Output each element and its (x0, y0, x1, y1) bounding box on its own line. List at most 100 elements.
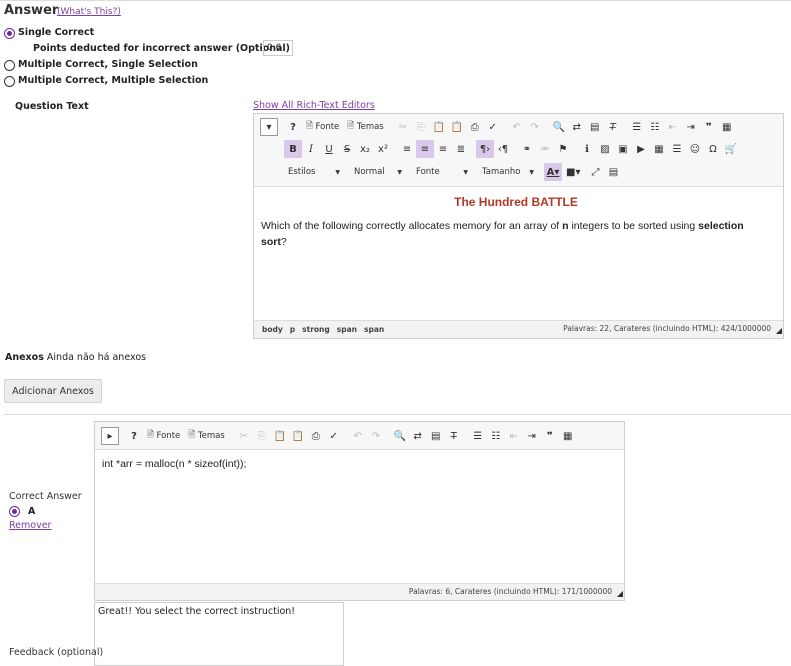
replace-icon[interactable]: ⇄ (568, 118, 586, 136)
replace-icon[interactable]: ⇄ (409, 427, 427, 445)
paste-text-icon[interactable]: 📋 (448, 118, 466, 136)
source-button[interactable]: 🗎 Fonte (143, 427, 184, 445)
bulleted-list-icon[interactable]: ☷ (487, 427, 505, 445)
toolbar-toggle-icon[interactable]: ▸ (101, 427, 119, 445)
paste-icon[interactable]: 📋 (271, 427, 289, 445)
templates-button[interactable]: 🗎 Temas (184, 427, 228, 445)
redo-icon[interactable]: ↷ (526, 118, 544, 136)
numbered-list-icon[interactable]: ☰ (628, 118, 646, 136)
add-attachment-button[interactable]: Adicionar Anexos (4, 379, 102, 403)
strikethrough-button[interactable]: S (338, 140, 356, 158)
path-item[interactable]: span (337, 325, 357, 334)
select-all-icon[interactable]: ▤ (427, 427, 445, 445)
size-dropdown[interactable]: Tamanho ▼ (478, 163, 538, 181)
align-center-icon[interactable]: ≡ (416, 140, 434, 158)
video-icon[interactable]: ▶ (632, 140, 650, 158)
info-icon[interactable]: ℹ (578, 140, 596, 158)
cut-icon[interactable]: ✂ (394, 118, 412, 136)
div-container-icon[interactable]: ▦ (559, 427, 577, 445)
div-container-icon[interactable]: ▦ (718, 118, 736, 136)
text-color-button[interactable]: A▾ (544, 163, 562, 181)
whats-this-link[interactable]: (What's This?) (57, 7, 121, 17)
source-label: Fonte (156, 431, 181, 441)
cart-icon[interactable]: 🛒 (722, 140, 740, 158)
unlink-icon[interactable]: ⚮ (536, 140, 554, 158)
indent-icon[interactable]: ⇥ (682, 118, 700, 136)
find-icon[interactable]: 🔍 (550, 118, 568, 136)
find-icon[interactable]: 🔍 (391, 427, 409, 445)
correct-answer-content[interactable]: int *arr = malloc(n * sizeof(int)); (102, 456, 246, 472)
outdent-icon[interactable]: ⇤ (664, 118, 682, 136)
print-icon[interactable]: ⎙ (307, 427, 325, 445)
styles-dropdown[interactable]: Estilos ▼ (284, 163, 344, 181)
bold-button[interactable]: B (284, 140, 302, 158)
maximize-icon[interactable]: ⤢ (586, 163, 604, 181)
source-icon: 🗎 (306, 121, 316, 131)
numbered-list-icon[interactable]: ☰ (469, 427, 487, 445)
radio-single-correct[interactable] (4, 28, 15, 39)
italic-button[interactable]: I (302, 140, 320, 158)
show-blocks-icon[interactable]: ▤ (604, 163, 622, 181)
align-right-icon[interactable]: ≡ (434, 140, 452, 158)
select-all-icon[interactable]: ▤ (586, 118, 604, 136)
source-button[interactable]: 🗎 Fonte (302, 118, 343, 136)
format-dropdown[interactable]: Normal ▼ (350, 163, 406, 181)
smiley-icon[interactable]: ☺ (686, 140, 704, 158)
flash-icon[interactable]: ▣ (614, 140, 632, 158)
show-all-editors-link[interactable]: Show All Rich-Text Editors (253, 100, 375, 111)
table-icon[interactable]: ▦ (650, 140, 668, 158)
radio-multiple-multiple[interactable] (4, 76, 15, 87)
print-icon[interactable]: ⎙ (466, 118, 484, 136)
justify-icon[interactable]: ≣ (452, 140, 470, 158)
underline-button[interactable]: U (320, 140, 338, 158)
feedback-textarea[interactable]: Great!! You select the correct instructi… (94, 602, 344, 666)
horizontal-rule-icon[interactable]: ☰ (668, 140, 686, 158)
remove-link[interactable]: Remover (9, 520, 51, 531)
font-dropdown[interactable]: Fonte ▼ (412, 163, 472, 181)
path-item[interactable]: span (364, 325, 384, 334)
copy-icon[interactable]: ⎘ (412, 118, 430, 136)
toolbar-toggle-icon[interactable]: ▾ (260, 118, 278, 136)
subscript-button[interactable]: x₂ (356, 140, 374, 158)
chevron-down-icon: ▼ (397, 168, 402, 176)
help-icon[interactable]: ? (284, 118, 302, 136)
radio-multiple-single[interactable] (4, 60, 15, 71)
ltr-icon[interactable]: ¶› (476, 140, 494, 158)
align-left-icon[interactable]: ≡ (398, 140, 416, 158)
cut-icon[interactable]: ✂ (235, 427, 253, 445)
spellcheck-icon[interactable]: ✓ (484, 118, 502, 136)
outdent-icon[interactable]: ⇤ (505, 427, 523, 445)
question-content[interactable]: The Hundred BATTLE Which of the followin… (261, 194, 771, 250)
link-icon[interactable]: ⚭ (518, 140, 536, 158)
path-item[interactable]: body (262, 325, 283, 334)
blockquote-icon[interactable]: ❞ (541, 427, 559, 445)
copy-icon[interactable]: ⎘ (253, 427, 271, 445)
anchor-icon[interactable]: ⚑ (554, 140, 572, 158)
paste-icon[interactable]: 📋 (430, 118, 448, 136)
remove-format-icon[interactable]: T̶ (445, 427, 463, 445)
paste-text-icon[interactable]: 📋 (289, 427, 307, 445)
path-item[interactable]: strong (302, 325, 330, 334)
remove-format-icon[interactable]: T̶ (604, 118, 622, 136)
undo-icon[interactable]: ↶ (508, 118, 526, 136)
image-icon[interactable]: ▨ (596, 140, 614, 158)
correct-answer-radio[interactable] (9, 506, 20, 517)
undo-icon[interactable]: ↶ (349, 427, 367, 445)
rtl-icon[interactable]: ‹¶ (494, 140, 512, 158)
blockquote-icon[interactable]: ❞ (700, 118, 718, 136)
path-item[interactable]: p (290, 325, 295, 334)
indent-icon[interactable]: ⇥ (523, 427, 541, 445)
templates-button[interactable]: 🗎 Temas (343, 118, 387, 136)
bg-color-button[interactable]: ■▾ (564, 163, 582, 181)
correct-answer-editor: ▸ ? 🗎 Fonte 🗎 Temas ✂ ⎘ 📋 📋 ⎙ ✓ ↶ ↷ 🔍 ⇄ … (94, 421, 625, 601)
bulleted-list-icon[interactable]: ☷ (646, 118, 664, 136)
special-char-icon[interactable]: Ω (704, 140, 722, 158)
superscript-button[interactable]: x² (374, 140, 392, 158)
help-icon[interactable]: ? (125, 427, 143, 445)
redo-icon[interactable]: ↷ (367, 427, 385, 445)
word-count: Palavras: 6, Carateres (incluindo HTML):… (408, 587, 612, 596)
resize-grip-icon[interactable]: ◢ (617, 589, 623, 598)
points-deducted-input[interactable]: 0.0 (263, 40, 293, 56)
resize-grip-icon[interactable]: ◢ (776, 326, 782, 335)
spellcheck-icon[interactable]: ✓ (325, 427, 343, 445)
